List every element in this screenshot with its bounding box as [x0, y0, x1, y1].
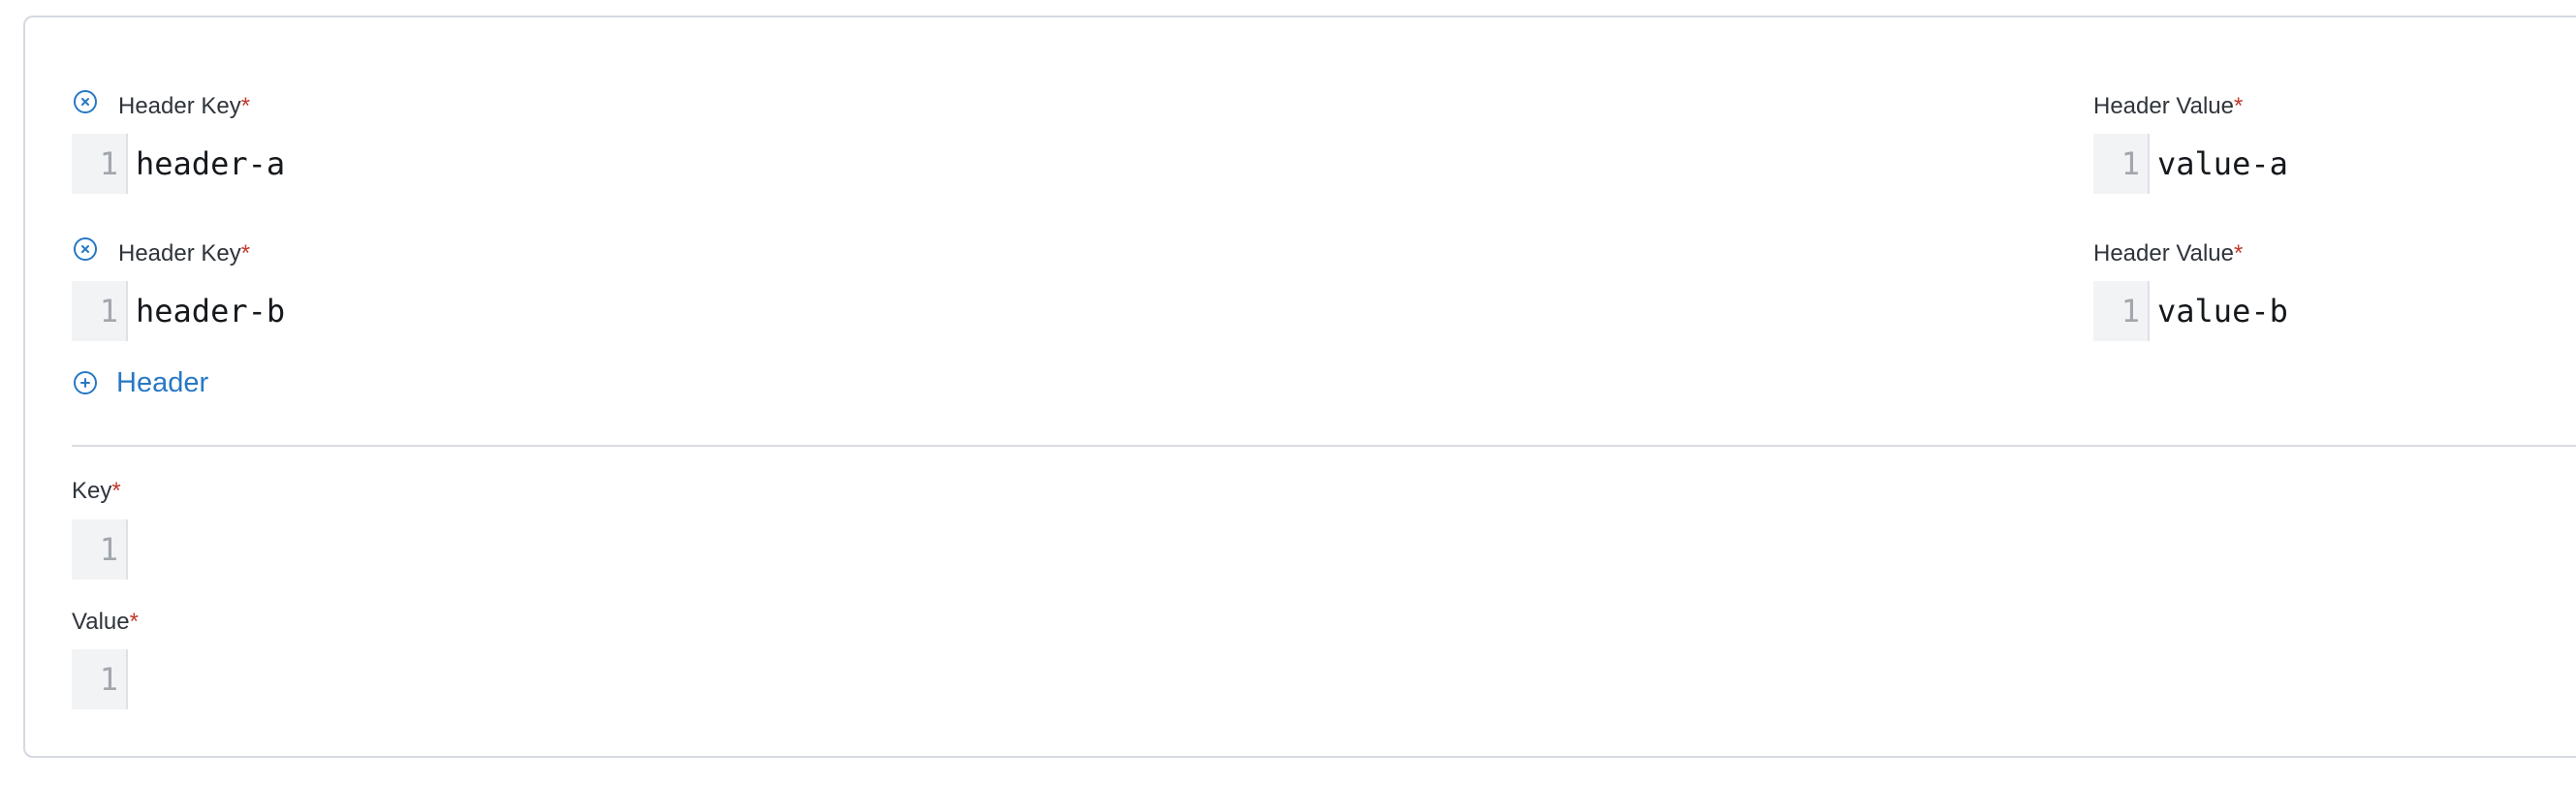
- header-value-label-2: Header Value*: [2093, 240, 2244, 267]
- header-value-editor-2[interactable]: 1 value-b: [2093, 281, 2545, 341]
- message-key-editor[interactable]: 1: [72, 519, 523, 580]
- required-marker: *: [2233, 93, 2244, 119]
- message-value-label: Value*: [72, 609, 139, 635]
- header-key-input-2[interactable]: header-b: [128, 281, 523, 341]
- line-number: 1: [72, 519, 128, 580]
- remove-header-2-close-circle-icon[interactable]: [74, 237, 97, 261]
- plus-circle-icon: [74, 371, 97, 394]
- required-marker: *: [129, 609, 139, 635]
- line-number: 1: [2093, 134, 2150, 194]
- message-value-input[interactable]: [128, 649, 523, 709]
- add-header-label: Header: [116, 367, 209, 398]
- message-key-input[interactable]: [128, 519, 523, 580]
- required-marker: *: [2233, 240, 2244, 267]
- add-header-button[interactable]: Header: [74, 365, 208, 400]
- header-key-editor-1[interactable]: 1 header-a: [72, 134, 523, 194]
- line-number: 1: [72, 649, 128, 709]
- section-divider: [72, 445, 2576, 447]
- kafka-message-form: [23, 16, 2576, 758]
- header-value-editor-1[interactable]: 1 value-a: [2093, 134, 2545, 194]
- remove-header-1-close-circle-icon[interactable]: [74, 90, 97, 113]
- required-marker: *: [111, 478, 121, 504]
- message-key-label: Key*: [72, 478, 121, 504]
- message-value-editor[interactable]: 1: [72, 649, 523, 709]
- required-marker: *: [240, 240, 251, 267]
- line-number: 1: [72, 134, 128, 194]
- header-key-label-2: Header Key*: [118, 240, 251, 267]
- header-key-editor-2[interactable]: 1 header-b: [72, 281, 523, 341]
- line-number: 1: [72, 281, 128, 341]
- header-value-input-2[interactable]: value-b: [2150, 281, 2545, 341]
- header-value-label-1: Header Value*: [2093, 93, 2244, 119]
- header-value-input-1[interactable]: value-a: [2150, 134, 2545, 194]
- line-number: 1: [2093, 281, 2150, 341]
- required-marker: *: [240, 93, 251, 119]
- header-key-label-1: Header Key*: [118, 93, 251, 119]
- header-key-input-1[interactable]: header-a: [128, 134, 523, 194]
